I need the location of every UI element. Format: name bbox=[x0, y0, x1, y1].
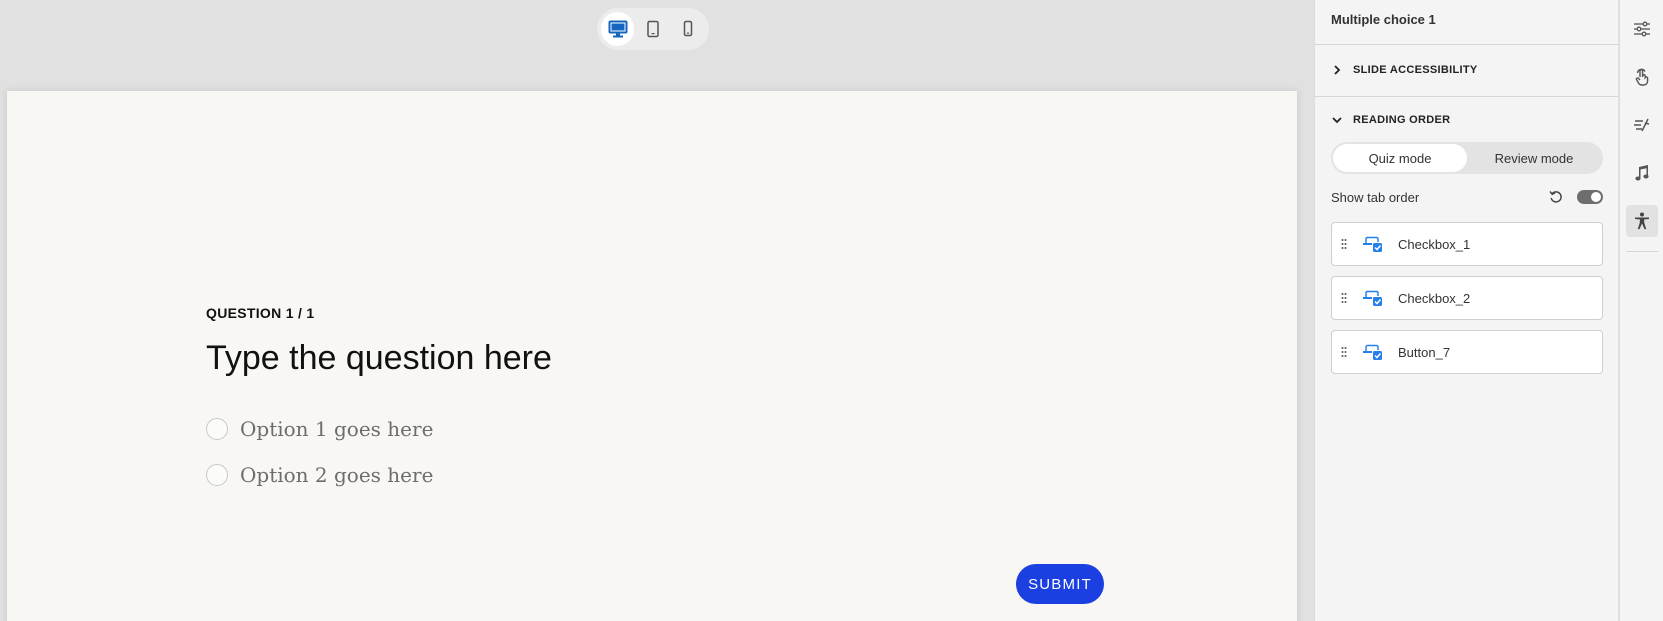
drag-handle-icon[interactable] bbox=[1334, 346, 1354, 358]
interactive-element-icon bbox=[1360, 287, 1386, 309]
question-counter: QUESTION 1 / 1 bbox=[206, 305, 315, 321]
drag-handle-icon[interactable] bbox=[1334, 292, 1354, 304]
drag-handle-icon[interactable] bbox=[1334, 238, 1354, 250]
accessibility-rail-button[interactable] bbox=[1626, 205, 1658, 237]
device-switcher bbox=[597, 8, 709, 50]
quiz-mode-button[interactable]: Quiz mode bbox=[1333, 144, 1467, 172]
reading-order-item[interactable]: Checkbox_2 bbox=[1331, 276, 1603, 320]
reset-icon[interactable] bbox=[1547, 188, 1565, 206]
properties-rail-button[interactable] bbox=[1626, 13, 1658, 45]
animation-rail-button[interactable] bbox=[1626, 109, 1658, 141]
divider bbox=[1315, 44, 1618, 45]
radio-button[interactable] bbox=[206, 418, 228, 440]
show-tab-order-row: Show tab order bbox=[1331, 188, 1603, 206]
item-label: Checkbox_2 bbox=[1398, 290, 1471, 306]
section-label: SLIDE ACCESSIBILITY bbox=[1353, 64, 1478, 76]
toggle-knob bbox=[1591, 192, 1601, 202]
reading-order-item[interactable]: Checkbox_1 bbox=[1331, 222, 1603, 266]
option-label: Option 2 goes here bbox=[240, 463, 434, 487]
rail-divider bbox=[1626, 251, 1658, 252]
submit-button[interactable]: SUBMIT bbox=[1016, 564, 1104, 604]
icon-rail bbox=[1619, 0, 1663, 621]
divider bbox=[1315, 96, 1618, 97]
interactive-element-icon bbox=[1360, 233, 1386, 255]
animation-icon bbox=[1634, 118, 1650, 132]
option-1[interactable]: Option 1 goes here bbox=[206, 417, 433, 441]
panel-title: Multiple choice 1 bbox=[1331, 12, 1436, 27]
music-icon bbox=[1635, 165, 1649, 181]
accessibility-icon bbox=[1635, 212, 1649, 230]
item-label: Button_7 bbox=[1398, 344, 1451, 360]
radio-button[interactable] bbox=[206, 464, 228, 486]
tablet-icon bbox=[647, 20, 659, 38]
option-2[interactable]: Option 2 goes here bbox=[206, 463, 433, 487]
reading-order-section[interactable]: READING ORDER bbox=[1331, 114, 1450, 126]
reading-order-item[interactable]: Button_7 bbox=[1331, 330, 1603, 374]
desktop-icon bbox=[608, 20, 628, 38]
chevron-down-icon bbox=[1331, 114, 1343, 126]
tablet-view-button[interactable] bbox=[636, 12, 669, 46]
interactive-element-icon bbox=[1360, 341, 1386, 363]
option-label: Option 1 goes here bbox=[240, 417, 434, 441]
item-label: Checkbox_1 bbox=[1398, 236, 1471, 252]
slide-canvas: QUESTION 1 / 1 Type the question here Op… bbox=[7, 91, 1297, 621]
section-label: READING ORDER bbox=[1353, 114, 1451, 126]
sliders-icon bbox=[1634, 21, 1650, 37]
slide-accessibility-section[interactable]: SLIDE ACCESSIBILITY bbox=[1331, 64, 1477, 76]
review-mode-button[interactable]: Review mode bbox=[1467, 144, 1601, 172]
mode-toggle: Quiz mode Review mode bbox=[1331, 142, 1603, 174]
audio-rail-button[interactable] bbox=[1626, 157, 1658, 189]
properties-panel: Multiple choice 1 SLIDE ACCESSIBILITY RE… bbox=[1314, 0, 1618, 621]
touch-icon bbox=[1635, 68, 1649, 86]
show-tab-order-toggle[interactable] bbox=[1577, 190, 1603, 204]
interactions-rail-button[interactable] bbox=[1626, 61, 1658, 93]
mobile-view-button[interactable] bbox=[672, 12, 705, 46]
mobile-icon bbox=[684, 20, 693, 37]
question-title[interactable]: Type the question here bbox=[206, 339, 552, 378]
desktop-view-button[interactable] bbox=[601, 12, 635, 46]
chevron-right-icon bbox=[1331, 64, 1343, 76]
show-tab-order-label: Show tab order bbox=[1331, 189, 1420, 205]
